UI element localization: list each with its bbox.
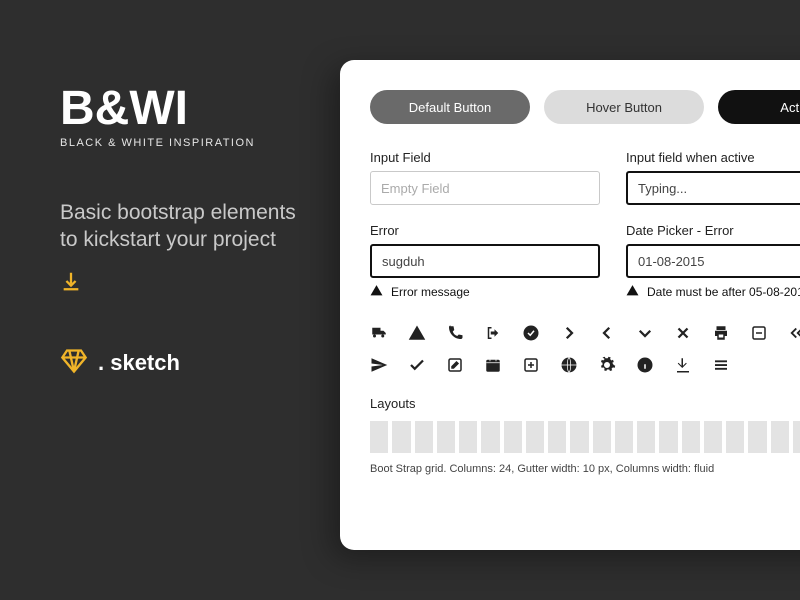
active-input[interactable] bbox=[626, 171, 800, 205]
minus-square-icon bbox=[750, 324, 778, 342]
layouts-label: Layouts bbox=[370, 396, 800, 411]
active-button[interactable]: Active bbox=[718, 90, 800, 124]
edit-icon bbox=[446, 356, 474, 374]
menu-icon bbox=[712, 356, 740, 374]
hover-button[interactable]: Hover Button bbox=[544, 90, 704, 124]
info-icon bbox=[636, 356, 664, 374]
warning-icon bbox=[626, 284, 639, 300]
plus-square-icon bbox=[522, 356, 550, 374]
chevron-left-icon bbox=[598, 324, 626, 342]
sketch-label: . sketch bbox=[98, 350, 180, 376]
download-icon[interactable] bbox=[60, 270, 300, 297]
calendar-icon bbox=[484, 356, 512, 374]
active-field-label: Input field when active bbox=[626, 150, 800, 165]
globe-icon bbox=[560, 356, 588, 374]
warning-icon bbox=[408, 324, 436, 342]
print-icon bbox=[712, 324, 740, 342]
error-input[interactable] bbox=[370, 244, 600, 278]
brand-logo: B&WI bbox=[60, 85, 300, 133]
download-icon bbox=[674, 356, 702, 374]
grid-preview bbox=[370, 421, 800, 453]
empty-input[interactable] bbox=[370, 171, 600, 205]
truck-icon bbox=[370, 324, 398, 342]
close-icon bbox=[674, 324, 702, 342]
phone-icon bbox=[446, 324, 474, 342]
logout-icon bbox=[484, 324, 512, 342]
chevron-right-icon bbox=[560, 324, 588, 342]
check-circle-icon bbox=[522, 324, 550, 342]
check-icon bbox=[408, 356, 436, 374]
brand-subtitle: BLACK & WHITE INSPIRATION bbox=[60, 137, 300, 149]
grid-caption: Boot Strap grid. Columns: 24, Gutter wid… bbox=[370, 463, 800, 475]
error-field-label: Error bbox=[370, 223, 600, 238]
send-icon bbox=[370, 356, 398, 374]
default-button[interactable]: Default Button bbox=[370, 90, 530, 124]
icon-grid bbox=[370, 324, 800, 374]
date-error-message: Date must be after 05-08-2015 bbox=[647, 285, 800, 299]
preview-panel: Default Button Hover Button Active Input… bbox=[340, 60, 800, 550]
chevrons-left-icon bbox=[788, 324, 800, 342]
date-input[interactable] bbox=[626, 244, 800, 278]
chevron-down-icon bbox=[636, 324, 664, 342]
input-field-label: Input Field bbox=[370, 150, 600, 165]
tagline: Basic bootstrap elements to kickstart yo… bbox=[60, 199, 300, 254]
warning-icon bbox=[370, 284, 383, 300]
error-message: Error message bbox=[391, 285, 470, 299]
gear-icon bbox=[598, 356, 626, 374]
sketch-icon bbox=[60, 347, 88, 380]
date-field-label: Date Picker - Error bbox=[626, 223, 800, 238]
